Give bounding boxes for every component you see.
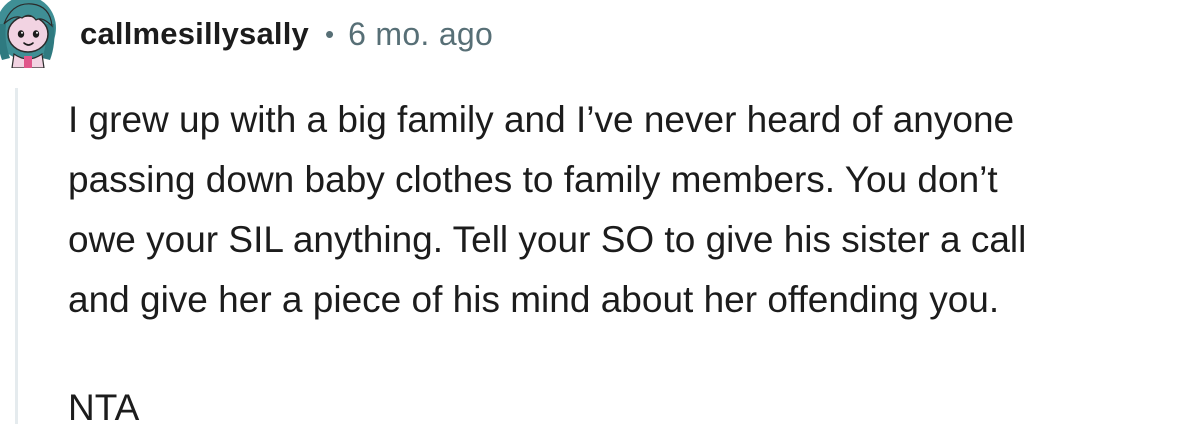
comment-body-line: owe your SIL anything. Tell your SO to g…	[68, 219, 1027, 260]
comment-body: I grew up with a big family and I’ve nev…	[68, 90, 1188, 330]
comment-body-line: I grew up with a big family and I’ve nev…	[68, 99, 1015, 140]
comment: callmesillysally • 6 mo. ago I grew up w…	[0, 0, 1189, 428]
user-avatar-icon[interactable]	[0, 0, 60, 69]
comment-header: callmesillysally • 6 mo. ago	[80, 12, 493, 56]
thread-line[interactable]	[15, 88, 18, 424]
meta-separator: •	[324, 18, 335, 49]
comment-body-line: and give her a piece of his mind about h…	[68, 279, 1000, 320]
comment-verdict: NTA	[68, 387, 140, 428]
comment-body-line: passing down baby clothes to family memb…	[68, 159, 998, 200]
snoo-avatar-icon	[0, 0, 56, 69]
comment-timestamp[interactable]: 6 mo. ago	[348, 16, 493, 53]
username-link[interactable]: callmesillysally	[80, 16, 309, 52]
